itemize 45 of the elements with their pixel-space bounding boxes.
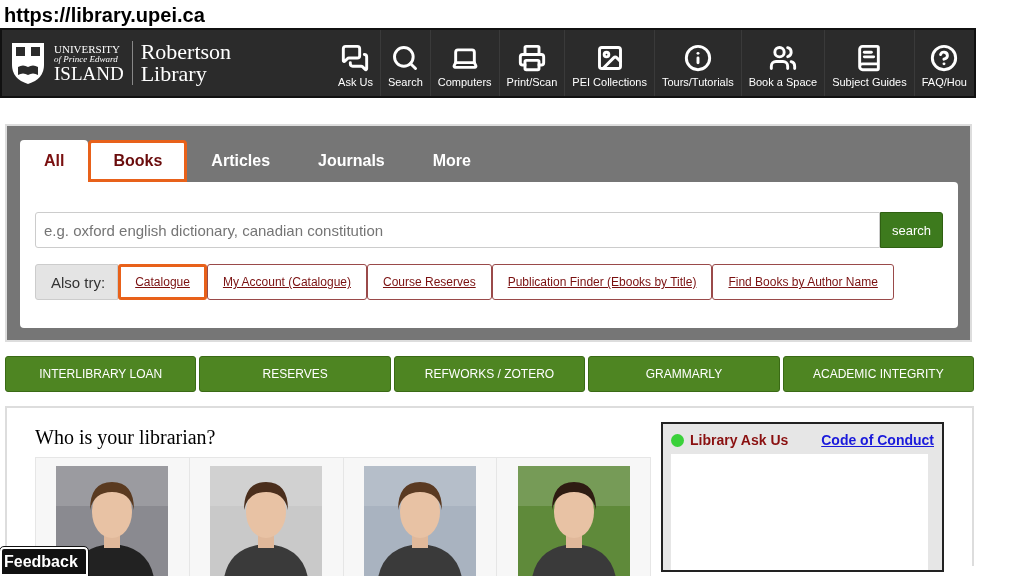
nav-item[interactable]: Tours/Tutorials <box>653 30 741 96</box>
nav-item[interactable]: PEI Collections <box>564 30 654 96</box>
search-tab[interactable]: Articles <box>187 140 295 182</box>
nav-item[interactable]: FAQ/Hou <box>913 30 974 96</box>
also-try-link[interactable]: Catalogue <box>118 264 207 300</box>
search-tab[interactable]: Journals <box>294 140 409 182</box>
library-name: Library <box>140 63 208 85</box>
feedback-button[interactable]: Feedback <box>0 547 88 576</box>
people-icon <box>768 44 797 72</box>
nav-item[interactable]: Ask Us <box>331 30 380 96</box>
section-title: Who is your librarian? <box>35 426 217 449</box>
quick-link-button[interactable]: RESERVES <box>199 356 391 392</box>
search-tab[interactable]: All <box>20 140 89 182</box>
quick-link-button[interactable]: REFWORKS / ZOTERO <box>393 356 586 392</box>
search-button[interactable]: search <box>880 212 943 248</box>
quick-link-button[interactable]: GRAMMARLY <box>588 356 780 392</box>
search-field[interactable]: e.g. oxford english dictionary, canadian constitution <box>35 212 880 248</box>
page-url: https://library.upei.ca <box>3 3 206 28</box>
logo-text: ISLAND <box>54 63 124 83</box>
quick-link-button[interactable]: ACADEMIC INTEGRITY <box>782 356 975 392</box>
also-try-link[interactable]: Find Books by Author Name <box>712 264 894 300</box>
crest-icon <box>10 41 46 85</box>
quick-link-button[interactable]: INTERLIBRARY LOAN <box>5 356 197 392</box>
nav-item[interactable]: Search <box>379 30 430 96</box>
also-try-label: Also try: <box>35 264 119 300</box>
image-icon <box>595 44 624 72</box>
chat-title: Library Ask Us <box>690 432 790 448</box>
nav-item[interactable]: Print/Scan <box>498 30 565 96</box>
search-icon <box>391 44 420 72</box>
printer-icon <box>517 44 546 72</box>
also-try-link[interactable]: My Account (Catalogue) <box>206 264 367 300</box>
search-tab[interactable]: Books <box>88 140 188 182</box>
also-try-link[interactable]: Course Reserves <box>366 264 492 300</box>
logo-text: UNIVERSITY <box>54 43 121 55</box>
search-tab[interactable]: More <box>408 140 495 182</box>
nav-item[interactable]: Book a Space <box>740 30 825 96</box>
also-try-link[interactable]: Publication Finder (Ebooks by Title) <box>491 264 713 300</box>
library-name: Robertson <box>140 41 232 63</box>
info-icon <box>683 44 712 72</box>
logo-text: of Prince Edward <box>54 54 119 64</box>
nav-item[interactable]: Computers <box>429 30 499 96</box>
nav-item[interactable]: Subject Guides <box>824 30 914 96</box>
help-icon <box>930 44 959 72</box>
chat-icon <box>341 44 370 72</box>
code-of-conduct-link[interactable]: Code of Conduct <box>821 432 934 448</box>
